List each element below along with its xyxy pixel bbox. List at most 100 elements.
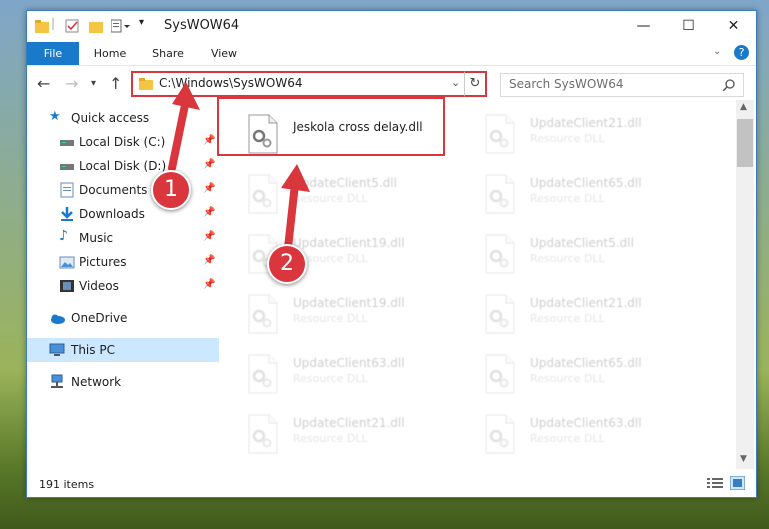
- drive-icon: [60, 164, 74, 170]
- file-name: UpdateClient21.dll: [530, 296, 642, 310]
- file-name: UpdateClient19.dll: [293, 296, 405, 310]
- file-name: UpdateClient21.dll: [293, 416, 405, 430]
- pin-icon: 📌: [203, 207, 216, 218]
- new-folder-icon[interactable]: [89, 19, 103, 33]
- file-name: UpdateClient65.dll: [530, 356, 642, 370]
- divider: |: [51, 16, 56, 30]
- file-type: Resource DLL: [530, 312, 605, 325]
- file-name: UpdateClient21.dll: [530, 116, 642, 130]
- help-icon[interactable]: ?: [734, 45, 749, 60]
- file-tile[interactable]: UpdateClient63.dll Resource DLL: [464, 408, 692, 460]
- customize-toolbar-icon[interactable]: [111, 19, 131, 33]
- dll-file-icon: [248, 294, 278, 334]
- file-tile[interactable]: UpdateClient5.dll Resource DLL: [464, 228, 692, 280]
- music-icon: ♪: [59, 228, 68, 244]
- file-name: UpdateClient63.dll: [530, 416, 642, 430]
- dll-file-icon: [485, 114, 515, 154]
- tab-view[interactable]: View: [201, 42, 247, 65]
- file-tile[interactable]: UpdateClient19.dll Resource DLL: [227, 288, 455, 340]
- dll-file-icon: [485, 294, 515, 334]
- file-tile[interactable]: UpdateClient19.dll Resource DLL: [227, 228, 455, 280]
- file-tile[interactable]: UpdateClient65.dll Resource DLL: [464, 348, 692, 400]
- folder-icon: [139, 78, 153, 90]
- pin-icon: 📌: [203, 255, 216, 266]
- window-title: SysWOW64: [164, 18, 240, 33]
- file-tile[interactable]: UpdateClient21.dll Resource DLL: [464, 108, 692, 160]
- tab-home[interactable]: Home: [85, 42, 135, 65]
- sidebar-item-local-disk-c[interactable]: Local Disk (C:) 📌: [27, 130, 219, 154]
- navigation-pane: ★ Quick access Local Disk (C:) 📌 Local D…: [27, 100, 219, 469]
- up-icon[interactable]: ↑: [109, 74, 122, 93]
- file-name: UpdateClient65.dll: [530, 176, 642, 190]
- details-view-icon[interactable]: [707, 477, 723, 489]
- pin-icon: 📌: [203, 183, 216, 194]
- chevron-down-icon[interactable]: ▾: [139, 17, 144, 28]
- address-row: ← → ▾ ↑ C:\Windows\SysWOW64 ⌄ ↻ Search S…: [27, 66, 756, 100]
- sidebar-item-onedrive[interactable]: OneDrive: [27, 306, 219, 330]
- file-tile[interactable]: UpdateClient21.dll Resource DLL: [464, 288, 692, 340]
- dll-file-icon: [485, 234, 515, 274]
- dll-file-icon: [248, 354, 278, 394]
- sidebar-item-this-pc[interactable]: This PC: [27, 338, 219, 362]
- file-type: Resource DLL: [293, 432, 368, 445]
- file-type: Resource DLL: [293, 312, 368, 325]
- step-1-marker: 1: [151, 170, 191, 210]
- star-icon: ★: [49, 109, 61, 124]
- documents-icon: [60, 182, 74, 198]
- scroll-down-icon[interactable]: ▼: [740, 454, 747, 464]
- sidebar-item-network[interactable]: Network: [27, 370, 219, 394]
- maximize-button[interactable]: ☐: [666, 11, 711, 41]
- close-button[interactable]: ✕: [711, 11, 756, 41]
- address-bar[interactable]: C:\Windows\SysWOW64 ⌄: [131, 71, 487, 97]
- drive-icon: [60, 140, 74, 146]
- target-file-highlight: [217, 97, 445, 156]
- tab-share[interactable]: Share: [143, 42, 193, 65]
- sidebar-item-downloads[interactable]: Downloads 📌: [27, 202, 219, 226]
- sidebar-item-pictures[interactable]: Pictures 📌: [27, 250, 219, 274]
- search-input[interactable]: Search SysWOW64: [500, 73, 744, 97]
- status-bar: 191 items: [27, 469, 756, 497]
- back-icon[interactable]: ←: [37, 74, 50, 93]
- dll-file-icon: [485, 174, 515, 214]
- forward-icon[interactable]: →: [65, 74, 78, 93]
- sidebar-item-videos[interactable]: Videos 📌: [27, 274, 219, 298]
- properties-icon[interactable]: [65, 19, 79, 33]
- step-2-marker: 2: [267, 244, 307, 284]
- file-type: Resource DLL: [530, 132, 605, 145]
- pin-icon: 📌: [203, 279, 216, 290]
- minimize-button[interactable]: —: [621, 11, 666, 41]
- pin-icon: 📌: [203, 159, 216, 170]
- pictures-icon: [59, 256, 75, 269]
- refresh-button[interactable]: ↻: [464, 71, 487, 97]
- recent-locations-icon[interactable]: ▾: [91, 78, 96, 89]
- dll-file-icon: [248, 414, 278, 454]
- tab-file[interactable]: File: [27, 42, 79, 65]
- title-bar: | ▾ SysWOW64 — ☐ ✕: [27, 11, 756, 42]
- file-type: Resource DLL: [293, 192, 368, 205]
- file-name: UpdateClient5.dll: [293, 176, 397, 190]
- large-icons-view-icon[interactable]: [730, 476, 745, 490]
- search-placeholder: Search SysWOW64: [509, 77, 624, 91]
- scroll-up-icon[interactable]: ▲: [740, 102, 747, 112]
- file-type: Resource DLL: [530, 252, 605, 265]
- pin-icon: 📌: [203, 135, 216, 146]
- address-dropdown-icon[interactable]: ⌄: [451, 76, 460, 89]
- file-tile[interactable]: UpdateClient21.dll Resource DLL: [227, 408, 455, 460]
- file-type: Resource DLL: [530, 372, 605, 385]
- file-type: Resource DLL: [530, 432, 605, 445]
- scrollbar-thumb[interactable]: [737, 119, 753, 167]
- file-tile[interactable]: UpdateClient65.dll Resource DLL: [464, 168, 692, 220]
- download-icon: [61, 207, 73, 221]
- sidebar-item-music[interactable]: ♪ Music 📌: [27, 226, 219, 250]
- file-type: Resource DLL: [293, 372, 368, 385]
- sidebar-item-quick-access[interactable]: ★ Quick access: [27, 106, 219, 130]
- file-tile[interactable]: UpdateClient5.dll Resource DLL: [227, 168, 455, 220]
- dll-file-icon: [485, 354, 515, 394]
- ribbon-tabs: File Home Share View ⌄ ?: [27, 42, 756, 66]
- item-count: 191 items: [39, 478, 95, 491]
- vertical-scrollbar[interactable]: ▲ ▼: [736, 100, 754, 469]
- expand-ribbon-icon[interactable]: ⌄: [713, 46, 721, 57]
- file-name: UpdateClient5.dll: [530, 236, 634, 250]
- sidebar-item-local-disk-d[interactable]: Local Disk (D:) 📌: [27, 154, 219, 178]
- file-tile[interactable]: UpdateClient63.dll Resource DLL: [227, 348, 455, 400]
